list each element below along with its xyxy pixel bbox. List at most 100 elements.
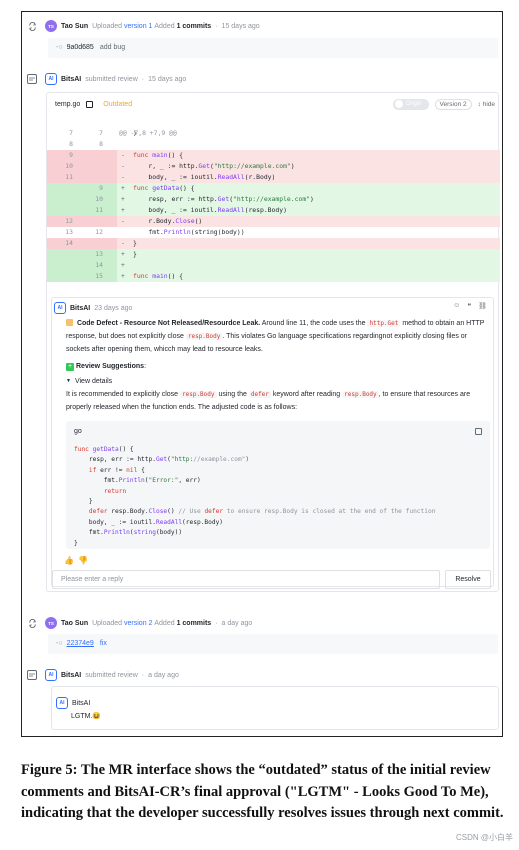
avatar[interactable]: AI xyxy=(56,697,68,709)
collapse-icon: ↕ xyxy=(477,100,481,108)
suggestion-title: Review Suggestions xyxy=(76,363,145,370)
code-text: ) xyxy=(133,129,137,137)
diff-sign: - xyxy=(121,173,125,181)
avatar[interactable]: AI xyxy=(45,669,57,681)
file-name[interactable]: temp.go xyxy=(55,101,80,108)
inline-code: resp.Body xyxy=(342,391,379,398)
commit-count[interactable]: 1 commits xyxy=(177,620,212,627)
added-line: 9 + func getData() { xyxy=(47,183,500,194)
version-select[interactable]: Version 2 xyxy=(434,98,472,110)
new-line-number: 13 xyxy=(95,250,103,258)
commit-box: -○ 22374e9 fix xyxy=(48,634,498,654)
event-time: 15 days ago xyxy=(148,75,187,83)
upload-event-v2: TS Tao Sun Uploaded version 2 Added 1 co… xyxy=(27,617,252,629)
code-block: go func getData() { resp, err := http.Ge… xyxy=(66,421,490,549)
emoji-reaction-icon[interactable]: ☺ xyxy=(453,302,460,310)
added-text: Added xyxy=(154,619,175,627)
code-text: } xyxy=(133,250,137,258)
code-text: fmt.Println(string(body)) xyxy=(133,228,245,236)
action-text: Uploaded xyxy=(92,619,123,627)
review-icon xyxy=(27,670,37,680)
context-line: 13 12 fmt.Println(string(body)) xyxy=(47,227,500,238)
commit-hash[interactable]: 9a0d685 xyxy=(67,44,94,51)
commit-message[interactable]: fix xyxy=(100,640,107,647)
event-time: a day ago xyxy=(221,619,253,627)
code-snippet: func getData() { resp, err := http.Get("… xyxy=(74,445,435,549)
resolve-label: Resolve xyxy=(455,576,481,583)
old-line-number: 10 xyxy=(65,162,73,170)
thumbs-down-icon[interactable]: 👎 xyxy=(78,556,88,565)
view-details-label: View details xyxy=(74,378,113,385)
deleted-line: 12 - r.Body.Close() xyxy=(47,216,500,227)
comment-author[interactable]: BitsAI xyxy=(72,700,90,707)
commit-message: add bug xyxy=(99,44,126,51)
code-text: resp, err := http.Get("http://example.co… xyxy=(133,195,314,203)
commit-hash[interactable]: 22374e9 xyxy=(67,640,94,647)
avatar[interactable]: TS xyxy=(45,20,57,32)
old-line-number: 14 xyxy=(65,239,73,247)
commit-count[interactable]: 1 commits xyxy=(177,23,212,30)
snippet-line: } xyxy=(74,539,78,547)
origin-toggle[interactable]: Origin xyxy=(392,98,429,110)
upload-event-v1: TS Tao Sun Uploaded version 1 Added 1 co… xyxy=(27,20,260,32)
diff-sign: - xyxy=(121,217,125,225)
file-header: temp.go Outdated Origin Version 2 ↕ hide xyxy=(55,97,495,111)
lgtm-message: LGTM. xyxy=(71,713,93,720)
defect-text-1: Around line 11, the code uses the xyxy=(261,320,366,327)
diff-sign: + xyxy=(121,261,125,269)
comment-time: 23 days ago xyxy=(94,304,133,312)
thumbs-up-icon[interactable]: 👍 xyxy=(64,556,74,565)
snippet-line: resp, err := http.Get("http://example.co… xyxy=(74,456,250,464)
snippet-line: if err != nil { xyxy=(88,466,145,474)
reply-input[interactable]: Please enter a reply xyxy=(52,570,440,589)
copy-code-icon[interactable] xyxy=(475,428,482,435)
link-icon[interactable]: ⛓ xyxy=(478,302,487,310)
old-line-number: 11 xyxy=(65,173,73,181)
code-text: r.Body.Close() xyxy=(133,217,203,225)
code-text: body, _ := ioutil.ReadAll(r.Body) xyxy=(133,173,276,181)
plus-icon: + xyxy=(66,362,74,371)
new-line-number: 12 xyxy=(95,228,103,236)
old-line-number: 7 xyxy=(69,129,73,137)
snippet-line: } xyxy=(74,498,93,506)
commit-sync-icon xyxy=(27,21,37,31)
resolve-button[interactable]: Resolve xyxy=(445,570,491,589)
review-card: temp.go Outdated Origin Version 2 ↕ hide… xyxy=(46,92,500,592)
new-line-number: 11 xyxy=(95,206,103,214)
avatar[interactable]: AI xyxy=(54,302,66,314)
version-link[interactable]: version 2 xyxy=(124,620,152,627)
author-name[interactable]: BitsAI xyxy=(61,672,81,679)
suggestion-paragraph: It is recommended to explicitly close re… xyxy=(66,388,490,414)
origin-label: Origin xyxy=(405,101,422,107)
snippet-line: fmt.Println("Error:", err) xyxy=(74,477,201,485)
avatar[interactable]: AI xyxy=(45,73,57,85)
copy-icon[interactable] xyxy=(86,100,94,108)
author-name[interactable]: Tao Sun xyxy=(61,620,88,627)
hide-button[interactable]: ↕ hide xyxy=(478,101,495,108)
code-text: r, _ := http.Get("http://example.com") xyxy=(133,162,295,170)
review-event-1: AI BitsAI submitted review · 15 days ago xyxy=(27,73,186,85)
review-icon xyxy=(27,74,37,84)
new-line-number: 14 xyxy=(95,261,103,269)
laughing-emoji-icon: 😆 xyxy=(92,713,102,720)
author-name[interactable]: BitsAI xyxy=(61,76,81,83)
code-language: go xyxy=(74,428,82,435)
action-text: submitted review xyxy=(85,75,138,83)
commit-icon: -○ xyxy=(56,640,63,647)
view-details-toggle[interactable]: ▼ View details xyxy=(66,375,112,388)
old-line-number: 8 xyxy=(69,140,73,148)
diff-sign: + xyxy=(121,250,125,258)
version-link[interactable]: version 1 xyxy=(124,23,152,30)
lgtm-comment: AI BitsAI LGTM.😆 xyxy=(51,686,499,730)
avatar[interactable]: TS xyxy=(45,617,57,629)
quote-icon[interactable]: ❝ xyxy=(467,302,471,310)
snippet-line: fmt.Println(string(body)) xyxy=(74,529,183,537)
action-text: submitted review xyxy=(85,671,138,679)
added-line: 11 + body, _ := ioutil.ReadAll(resp.Body) xyxy=(47,205,500,216)
author-name[interactable]: Tao Sun xyxy=(61,23,88,30)
comment-author[interactable]: BitsAI xyxy=(70,305,90,312)
new-line-number: 15 xyxy=(95,272,103,280)
comment-thread: AI BitsAI 23 days ago ☺ ❝ ⛓ Code Defect … xyxy=(51,297,494,587)
snippet-line: body, _ := ioutil.ReadAll(resp.Body) xyxy=(74,518,224,526)
snippet-line: defer resp.Body.Close() // Use defer to … xyxy=(88,508,436,516)
